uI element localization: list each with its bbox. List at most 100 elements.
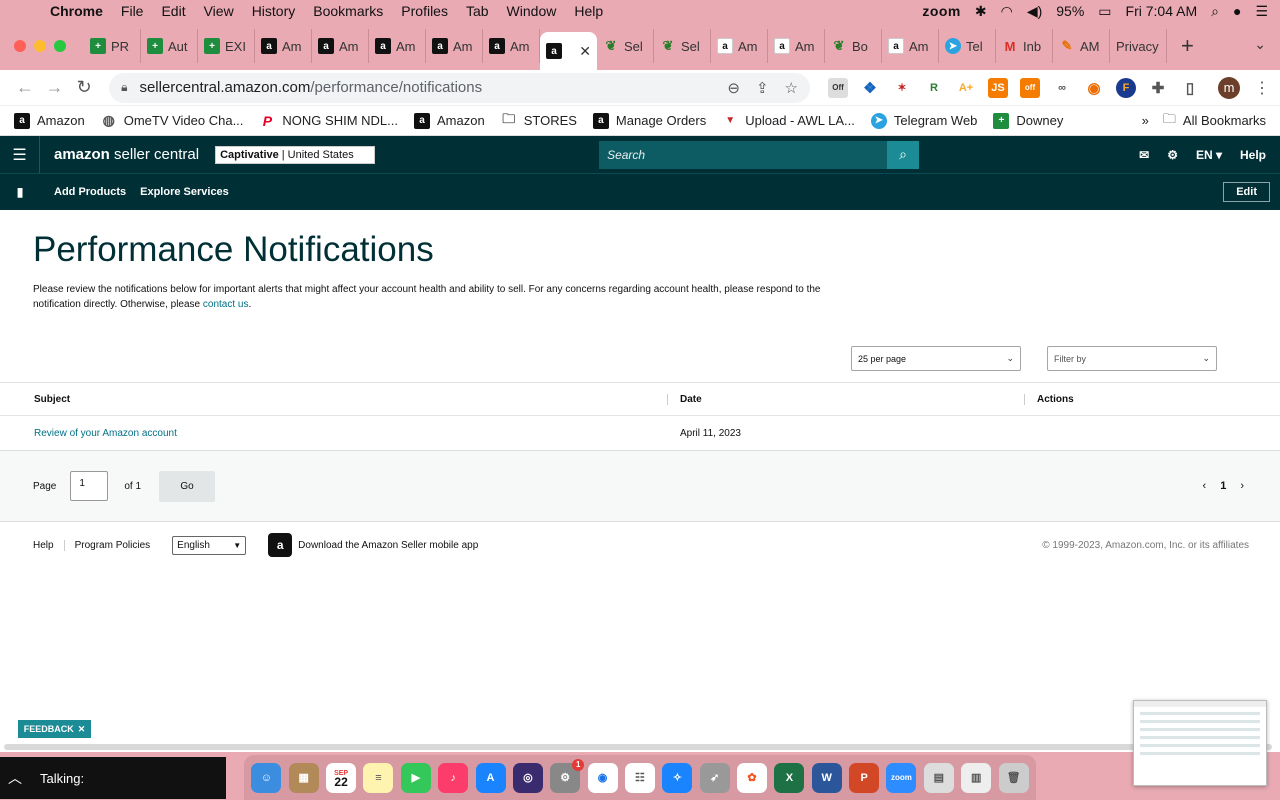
clock[interactable]: Fri 7:04 AM xyxy=(1126,3,1198,19)
extension-grid-icon[interactable]: ❖ xyxy=(860,78,880,98)
browser-tab[interactable]: a Am xyxy=(711,29,768,63)
reload-icon[interactable]: ↻ xyxy=(69,77,99,98)
battery-icon[interactable]: ▭ xyxy=(1098,3,1111,20)
browser-tab[interactable]: a Am xyxy=(255,29,312,63)
bookmark-item[interactable]: a Amazon xyxy=(414,112,485,129)
volume-icon[interactable]: ◀) xyxy=(1027,3,1042,20)
header-subject[interactable]: Subject xyxy=(0,394,667,405)
add-products-link[interactable]: Add Products xyxy=(54,186,126,198)
word-icon[interactable]: W xyxy=(811,762,842,793)
settings-gear-icon[interactable]: ⚙ xyxy=(1167,148,1178,162)
browser-tab[interactable]: ❦ Bo xyxy=(825,29,882,63)
photos-icon[interactable]: ✿ xyxy=(737,762,768,793)
browser-tab[interactable]: + EXI xyxy=(198,29,255,63)
extension-off2-icon[interactable]: off xyxy=(1020,77,1040,98)
siri-icon[interactable]: ● xyxy=(1233,3,1241,19)
system-settings-icon[interactable]: ⚙ 1 xyxy=(550,758,585,793)
extension-off-icon[interactable]: Off xyxy=(828,77,848,98)
share-icon[interactable]: ⇪ xyxy=(756,79,769,97)
extension-rs-icon[interactable]: R xyxy=(924,78,944,98)
browser-tab[interactable]: a Am xyxy=(426,29,483,63)
address-bar[interactable]: 🔒︎ sellercentral.amazon.com/performance/… xyxy=(109,72,810,103)
back-arrow-icon[interactable]: ← xyxy=(10,77,40,98)
seller-search-input[interactable] xyxy=(599,140,888,169)
page-number-input[interactable]: 1 xyxy=(70,471,109,501)
documents-stack-icon[interactable]: ▤ xyxy=(923,762,954,793)
footer-language-select[interactable]: English ▼ xyxy=(172,535,247,555)
browser-tab[interactable]: a Am xyxy=(369,29,426,63)
search-icon[interactable]: ⌕ xyxy=(887,140,920,169)
store-selector[interactable]: Captivative | United States xyxy=(215,145,376,164)
spotlight-search-icon[interactable]: ⌕ xyxy=(1211,3,1219,20)
filter-select[interactable]: Filter by ⌄ xyxy=(1047,346,1217,371)
browser-tab[interactable]: + PR xyxy=(84,29,141,63)
help-link[interactable]: Help xyxy=(1240,148,1266,162)
extension-fire-icon[interactable]: ✶ xyxy=(892,78,912,98)
browser-tab[interactable]: M Inb xyxy=(996,29,1053,63)
browser-tab[interactable]: a Am xyxy=(768,29,825,63)
chrome-icon[interactable]: ◉ xyxy=(587,762,618,793)
new-tab-button[interactable]: + xyxy=(1181,33,1194,59)
side-panel-icon[interactable]: ▯ xyxy=(1180,78,1200,98)
chevron-up-icon[interactable]: ︿ xyxy=(8,768,22,788)
close-icon[interactable]: ✕ xyxy=(78,724,86,735)
per-page-select[interactable]: 25 per page ⌄ xyxy=(851,346,1021,371)
facetime-icon[interactable]: ▶ xyxy=(400,762,431,793)
profile-avatar[interactable]: m xyxy=(1218,76,1240,99)
safari-icon[interactable]: ✧ xyxy=(662,762,693,793)
menu-view[interactable]: View xyxy=(204,3,234,19)
puzzle-icon[interactable]: ✚ xyxy=(1148,78,1168,98)
seller-central-logo[interactable]: amazon seller central xyxy=(54,146,199,163)
extension-link-icon[interactable]: ∞ xyxy=(1052,78,1072,98)
close-window-button[interactable] xyxy=(14,40,26,52)
menu-file[interactable]: File xyxy=(121,3,144,19)
extension-circle-icon[interactable]: ◉ xyxy=(1084,78,1104,98)
bluetooth-icon[interactable]: ✱ xyxy=(975,3,987,20)
menu-tab[interactable]: Tab xyxy=(466,3,489,19)
edit-nav-button[interactable]: Edit xyxy=(1223,182,1270,202)
horizontal-scrollbar[interactable] xyxy=(4,744,1272,750)
footer-help-link[interactable]: Help xyxy=(33,539,65,551)
chevron-right-icon[interactable]: › xyxy=(1240,480,1244,492)
zoom-magnifier-icon[interactable]: ⊖ xyxy=(727,79,740,97)
menu-help[interactable]: Help xyxy=(574,3,603,19)
browser-tab[interactable]: a Am xyxy=(312,29,369,63)
browser-tab[interactable]: ✎ AM xyxy=(1053,29,1110,63)
bookmark-item[interactable]: ▼ Upload - AWL LA... xyxy=(722,113,855,129)
control-center-icon[interactable]: ☰ xyxy=(1255,3,1268,20)
trash-icon[interactable]: 🗑︎ xyxy=(998,762,1029,793)
bookmark-star-icon[interactable]: ☆ xyxy=(785,79,798,97)
menu-bookmarks[interactable]: Bookmarks xyxy=(313,3,383,19)
browser-tab[interactable]: ➤ Tel xyxy=(939,29,996,63)
extension-scout-icon[interactable]: A+ xyxy=(956,78,976,98)
bookmark-item[interactable]: ◍ OmeTV Video Cha... xyxy=(101,112,244,129)
hamburger-menu-icon[interactable]: ☰ xyxy=(0,136,40,173)
launchpad-icon[interactable]: ➶ xyxy=(699,762,730,793)
bookmark-item[interactable]: a Manage Orders xyxy=(592,112,706,129)
current-page[interactable]: 1 xyxy=(1220,480,1226,492)
browser-tab[interactable]: ❦ Sel xyxy=(597,29,654,63)
browser-tab[interactable]: a Am xyxy=(483,29,540,63)
footer-policies-link[interactable]: Program Policies xyxy=(75,540,161,551)
bookmark-item[interactable]: 🗀︎ STORES xyxy=(501,111,577,129)
browser-tab[interactable]: a ✕ xyxy=(540,32,597,70)
wifi-icon[interactable]: ◠ xyxy=(1001,3,1013,20)
menu-window[interactable]: Window xyxy=(507,3,557,19)
explore-services-link[interactable]: Explore Services xyxy=(140,186,229,198)
notification-subject-link[interactable]: Review of your Amazon account xyxy=(0,428,667,439)
bookmark-item[interactable]: a Amazon xyxy=(14,112,85,129)
chevron-left-icon[interactable]: ‹ xyxy=(1203,480,1207,492)
finder-icon[interactable]: ☺ xyxy=(251,762,282,793)
reminders-icon[interactable]: ☷ xyxy=(624,762,655,793)
menu-profiles[interactable]: Profiles xyxy=(401,3,448,19)
screenshot-thumbnail[interactable] xyxy=(1133,700,1267,786)
zoom-app-icon[interactable]: zoom xyxy=(886,762,917,793)
tab-search-chevron-icon[interactable]: ⌄ xyxy=(1254,36,1266,53)
bookmarks-overflow-icon[interactable]: » xyxy=(1142,113,1149,128)
bookmark-item[interactable]: P NONG SHIM NDL... xyxy=(259,113,398,129)
maximize-window-button[interactable] xyxy=(54,40,66,52)
excel-icon[interactable]: X xyxy=(774,762,805,793)
downloads-stack-icon[interactable]: ▥ xyxy=(961,762,992,793)
lock-icon[interactable]: 🔒︎ xyxy=(121,80,127,95)
header-date[interactable]: Date xyxy=(667,393,1024,405)
